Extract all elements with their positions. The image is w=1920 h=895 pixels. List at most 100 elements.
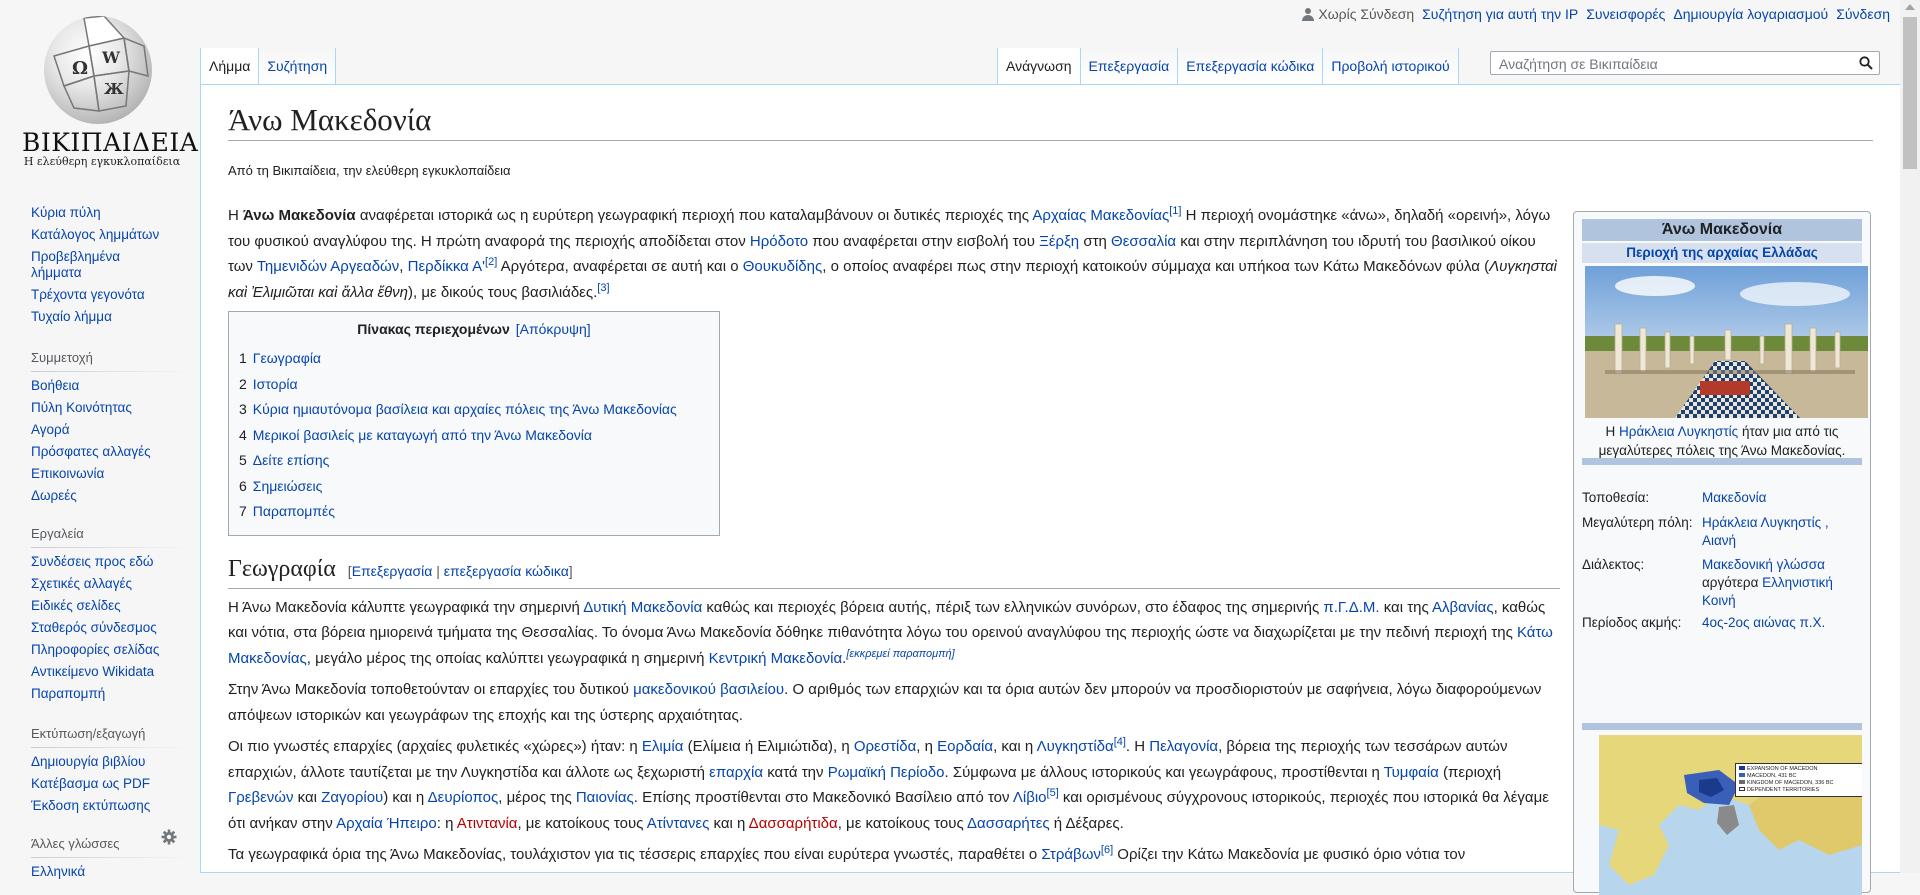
link[interactable]: Τυμφαία [1384, 764, 1439, 781]
language-link[interactable]: Ελληνικά [31, 864, 85, 879]
tab-article[interactable]: Λήμμα [200, 48, 260, 84]
reference[interactable]: [5] [1047, 787, 1059, 799]
toc-item[interactable]: 4 Μερικοί βασιλείς με καταγωγή από την Άν… [239, 423, 719, 449]
link[interactable]: Εορδαία [937, 738, 993, 755]
reference[interactable]: [3] [597, 282, 609, 294]
tool-cite[interactable]: Παραπομπή [31, 686, 105, 701]
link[interactable]: π.Γ.Δ.Μ. [1323, 599, 1379, 616]
toc-item[interactable]: 6 Σημειώσεις [239, 474, 719, 500]
link[interactable]: Αλβανίας [1432, 599, 1494, 616]
redlink[interactable]: Δασσαρήτιδα [749, 815, 838, 832]
tool-permanent-link[interactable]: Σταθερός σύνδεσμος [31, 620, 157, 635]
nav-link-recent-changes[interactable]: Πρόσφατες αλλαγές [31, 444, 151, 459]
toc-item[interactable]: 1 Γεωγραφία [239, 346, 719, 372]
infobox-value-link[interactable]: Ηράκλεια Λυγκηστίς , Αιανή [1702, 515, 1829, 548]
reference[interactable]: [6] [1101, 844, 1113, 856]
infobox-map[interactable]: EXPANSION OF MACEDON MACEDON, 431 BC KIN… [1599, 735, 1862, 895]
tab-history[interactable]: Προβολή ιστορικού [1323, 48, 1459, 84]
link[interactable]: Πελαγονία [1149, 738, 1218, 755]
link[interactable]: Ορεστίδα [854, 738, 916, 755]
link[interactable]: Λίβιο [1013, 789, 1047, 806]
contributions-link[interactable]: Συνεισφορές [1586, 6, 1665, 22]
gear-icon[interactable] [161, 829, 177, 845]
infobox-value-link[interactable]: Μακεδονική γλώσσα [1702, 557, 1825, 572]
infobox-row-dialect: Διάλεκτος: Μακεδονική γλώσσα αργότερα Ελ… [1582, 557, 1833, 608]
link[interactable]: Θεσσαλία [1111, 233, 1176, 250]
search-input[interactable] [1497, 53, 1851, 75]
link[interactable]: Ρωμαϊκή Περίοδο [828, 764, 945, 781]
infobox-image[interactable] [1585, 266, 1868, 418]
link[interactable]: Στράβων [1041, 846, 1101, 863]
link[interactable]: Λυγκηστίδα [1037, 738, 1114, 755]
infobox-value-link[interactable]: Μακεδονία [1702, 490, 1766, 505]
link[interactable]: Δευρίοπος [428, 789, 499, 806]
scrollbar-thumb[interactable] [1903, 17, 1917, 169]
tool-page-info[interactable]: Πληροφορίες σελίδας [31, 642, 159, 657]
toc-item[interactable]: 3 Κύρια ημιαυτόνομα βασίλεια και αρχαίες … [239, 397, 719, 423]
link[interactable]: Τημενιδών Αργεαδών [257, 258, 399, 275]
infobox-subtitle-link[interactable]: Περιοχή της αρχαίας Ελλάδας [1626, 245, 1818, 260]
tool-special-pages[interactable]: Ειδικές σελίδες [31, 598, 121, 613]
ip-talk-link[interactable]: Συζήτηση για αυτή την IP [1422, 6, 1578, 22]
namespace-tabs: Λήμμα Συζήτηση [200, 48, 337, 84]
reference[interactable]: [2] [485, 256, 497, 268]
login-link[interactable]: Σύνδεση [1836, 6, 1890, 22]
link[interactable]: Θουκυδίδης [743, 258, 823, 275]
link[interactable]: Ηρόδοτο [750, 233, 808, 250]
toc-item[interactable]: 5 Δείτε επίσης [239, 448, 719, 474]
nav-link-community[interactable]: Πύλη Κοινότητας [31, 400, 132, 415]
tool-what-links-here[interactable]: Συνδέσεις προς εδώ [31, 554, 153, 569]
infobox-value-link[interactable]: 4ος-2ος αιώνας π.Χ. [1702, 615, 1825, 630]
citation-needed[interactable]: [εκκρεμεί παραπομπή] [846, 648, 954, 660]
link[interactable]: Δασσαρήτες [967, 815, 1050, 832]
nav-link-featured[interactable]: Προβεβλημένα λήμματα [31, 249, 120, 280]
scroll-up-arrow-icon[interactable] [1905, 4, 1915, 10]
link[interactable]: Ατίντανες [647, 815, 710, 832]
link[interactable]: Ξέρξη [1039, 233, 1079, 250]
nav-link-random[interactable]: Τυχαίο λήμμα [31, 309, 112, 324]
toc-item[interactable]: 2 Ιστορία [239, 372, 719, 398]
link[interactable]: Δυτική Μακεδονία [583, 599, 702, 616]
create-account-link[interactable]: Δημιουργία λογαριασμού [1673, 6, 1828, 22]
section-edit-link[interactable]: Επεξεργασία [352, 563, 433, 579]
link[interactable]: μακεδονικού βασιλείου [633, 681, 784, 698]
link[interactable]: Ηράκλεια Λυγκηστίς [1619, 424, 1738, 439]
search-icon[interactable] [1859, 56, 1873, 70]
nav-link-village-pump[interactable]: Αγορά [31, 422, 70, 437]
toc-item[interactable]: 7 Παραπομπές [239, 499, 719, 525]
link[interactable]: Αρχαία Ήπειρο [336, 815, 437, 832]
reference[interactable]: [1] [1169, 205, 1181, 217]
print-create-book[interactable]: Δημιουργία βιβλίου [31, 754, 145, 769]
nav-link-help[interactable]: Βοήθεια [31, 378, 79, 393]
link[interactable]: Κεντρική Μακεδονία [709, 650, 843, 667]
nav-link-contact[interactable]: Επικοινωνία [31, 466, 104, 481]
toc-title: Πίνακας περιεχομένων [357, 321, 510, 337]
nav-link-current-events[interactable]: Τρέχοντα γεγονότα [31, 287, 145, 302]
tab-talk[interactable]: Συζήτηση [259, 48, 337, 84]
nav-link-contents[interactable]: Κατάλογος λημμάτων [31, 227, 159, 242]
link[interactable]: Περδίκκα Α' [408, 258, 485, 275]
tool-related-changes[interactable]: Σχετικές αλλαγές [31, 576, 132, 591]
print-printable-version[interactable]: Έκδοση εκτύπωσης [31, 798, 150, 813]
tool-wikidata-item[interactable]: Αντικείμενο Wikidata [31, 664, 154, 679]
link[interactable]: Παιονίας [576, 789, 634, 806]
nav-link-donate[interactable]: Δωρεές [31, 488, 77, 503]
tab-edit-source[interactable]: Επεξεργασία κώδικα [1178, 48, 1324, 84]
section-edit-source-link[interactable]: επεξεργασία κώδικα [444, 563, 569, 579]
paragraph: Οι πιο γνωστές επαρχίες (αρχαίες φυλετικ… [228, 736, 1549, 832]
link[interactable]: Γρεβενών [228, 789, 294, 806]
link[interactable]: Ζαγορίου [321, 789, 383, 806]
tab-edit[interactable]: Επεξεργασία [1080, 48, 1179, 84]
wikipedia-logo[interactable]: Ω W Ж ΒΙΚΙΠΑΙΔΕΙΑ Η ελεύθερη εγκυκλοπαίδ… [22, 10, 198, 170]
tab-read[interactable]: Ανάγνωση [997, 48, 1081, 84]
link[interactable]: επαρχία [709, 764, 763, 781]
print-download-pdf[interactable]: Κατέβασμα ως PDF [31, 776, 150, 791]
redlink[interactable]: Ατιντανία [457, 815, 518, 832]
reference[interactable]: [4] [1114, 736, 1126, 748]
link[interactable]: Αρχαίας Μακεδονίας [1032, 207, 1169, 224]
participation-portal: Συμμετοχή Βοήθεια Πύλη Κοινότητας Αγορά … [31, 350, 191, 510]
page-scrollbar[interactable] [1900, 0, 1920, 873]
nav-link-main-page[interactable]: Κύρια πύλη [31, 205, 101, 220]
toc-toggle[interactable]: [Απόκρυψη] [516, 321, 591, 337]
link[interactable]: Ελιμία [642, 738, 683, 755]
